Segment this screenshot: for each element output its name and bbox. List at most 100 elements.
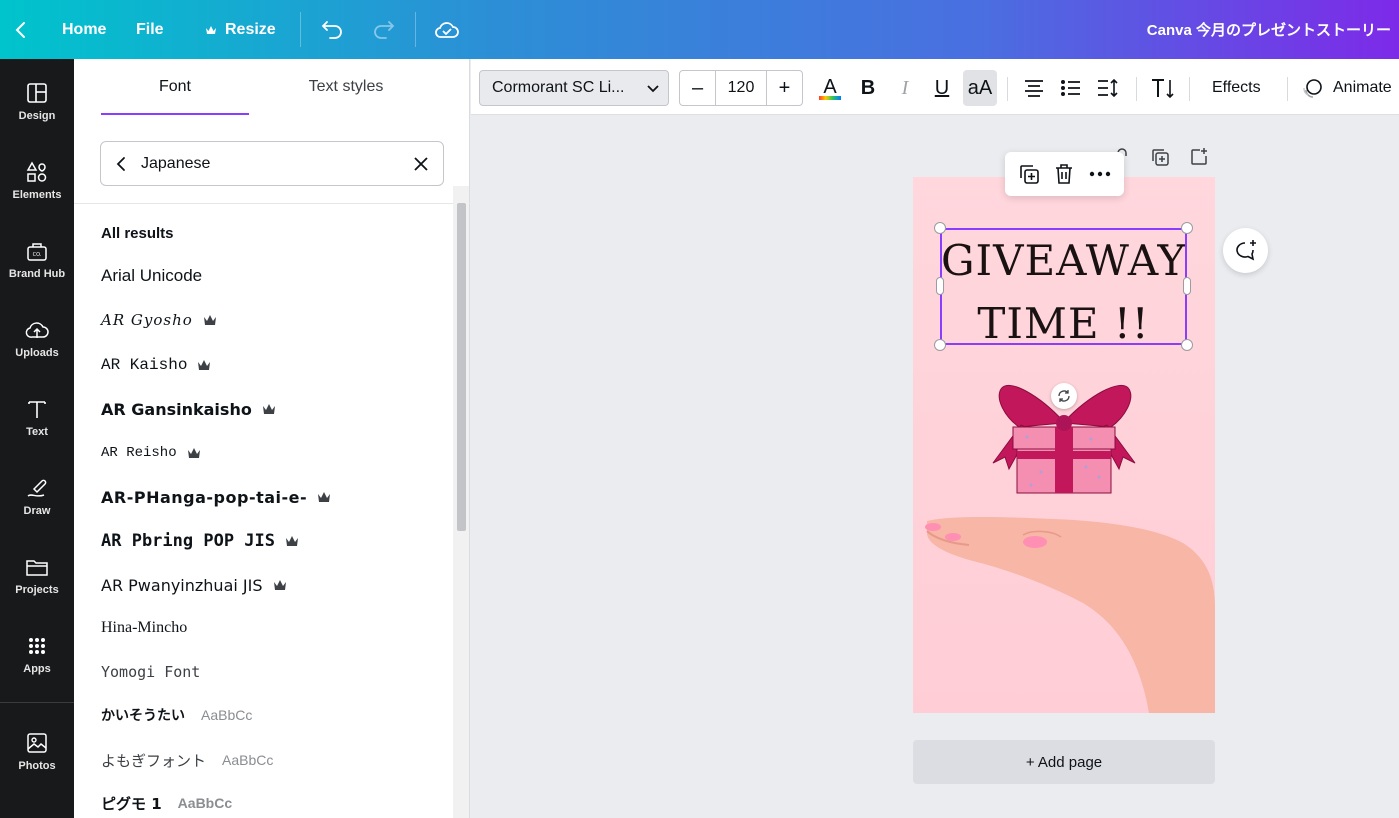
add-comment-button[interactable] — [1223, 228, 1268, 273]
vertical-text-button[interactable] — [1146, 70, 1180, 106]
rail-item-photos[interactable]: Photos — [0, 712, 74, 782]
font-search-input[interactable] — [141, 148, 391, 179]
file-menu-button[interactable]: File — [136, 0, 164, 59]
spacing-button[interactable] — [1091, 70, 1125, 106]
duplicate-icon — [1152, 149, 1169, 166]
comment-add-icon — [1235, 239, 1256, 260]
rail-divider — [0, 702, 74, 703]
animate-label: Animate — [1333, 79, 1392, 96]
save-status-button[interactable] — [433, 15, 461, 43]
undo-button[interactable] — [318, 15, 346, 43]
hand-photo[interactable] — [913, 507, 1215, 713]
font-list-item[interactable]: AR Reisho — [101, 437, 201, 469]
delete-element-button[interactable] — [1050, 160, 1078, 188]
scrollbar-thumb[interactable] — [457, 203, 466, 531]
text-direction-icon — [1152, 79, 1174, 99]
font-list-item[interactable]: かいそうたい AaBbCc — [101, 699, 252, 731]
bold-button[interactable]: B — [851, 70, 885, 106]
add-page-icon-button[interactable] — [1187, 145, 1211, 169]
font-list-item[interactable]: ピグモ 1 AaBbCc — [101, 787, 232, 818]
panel-divider — [74, 203, 470, 204]
letter-case-button[interactable]: aA — [963, 70, 997, 106]
toolbar-divider — [1136, 77, 1137, 101]
text-color-icon: A — [819, 76, 841, 100]
crown-icon — [187, 448, 200, 458]
font-name: AR Pwanyinzhuai JIS — [101, 575, 263, 595]
font-list-item[interactable]: AR Pbring POP JIS — [101, 525, 299, 557]
resize-handle-bottom-right[interactable] — [1181, 339, 1193, 351]
underline-button[interactable]: U — [925, 70, 959, 106]
duplicate-element-button[interactable] — [1015, 160, 1043, 188]
resize-handle-bottom-left[interactable] — [934, 339, 946, 351]
draw-icon — [27, 479, 47, 497]
font-family-dropdown[interactable]: Cormorant SC Li... — [479, 70, 669, 106]
font-name: Hina-Mincho — [101, 619, 188, 636]
rail-item-brand-hub[interactable]: CO. Brand Hub — [0, 220, 74, 290]
decrease-font-size-button[interactable]: – — [680, 71, 715, 105]
more-horizontal-icon — [1089, 171, 1111, 177]
tab-text-styles[interactable]: Text styles — [272, 59, 420, 115]
font-list-item[interactable]: AR Pwanyinzhuai JIS — [101, 569, 287, 601]
rail-item-projects[interactable]: Projects — [0, 536, 74, 606]
rail-item-text[interactable]: Text — [0, 378, 74, 448]
toolbar-divider — [1287, 77, 1288, 101]
effects-button[interactable]: Effects — [1212, 70, 1261, 106]
text-color-button[interactable]: A — [813, 70, 847, 106]
rail-item-uploads[interactable]: Uploads — [0, 299, 74, 369]
clear-search-button[interactable] — [409, 152, 433, 176]
svg-text:A: A — [823, 76, 837, 98]
font-list-item[interactable]: よもぎフォント AaBbCc — [101, 744, 273, 776]
toolbar-divider — [1189, 77, 1190, 101]
rail-item-elements[interactable]: Elements — [0, 141, 74, 211]
font-list-item[interactable]: Arial Unicode — [101, 260, 202, 292]
uploads-icon — [25, 322, 49, 338]
chevron-left-icon — [15, 21, 25, 38]
resize-handle-right[interactable] — [1183, 277, 1191, 295]
rail-label: Text — [26, 426, 48, 438]
font-list-item[interactable]: AR Gansinkaisho — [101, 393, 276, 425]
font-list-scrollbar[interactable] — [453, 186, 469, 818]
more-options-button[interactable] — [1086, 160, 1114, 188]
list-button[interactable] — [1054, 70, 1088, 106]
font-size-input[interactable]: 120 — [715, 71, 767, 105]
resize-button[interactable]: Resize — [205, 0, 276, 59]
duplicate-page-button[interactable] — [1148, 145, 1172, 169]
font-name: AR Gansinkaisho — [101, 399, 252, 419]
element-context-menu — [1005, 152, 1124, 196]
line-spacing-icon — [1098, 78, 1118, 98]
trash-icon — [1056, 164, 1073, 184]
font-list-item[interactable]: Yomogi Font — [101, 656, 200, 688]
align-button[interactable] — [1017, 70, 1051, 106]
top-bar: Home File Resize Canva 今月のプレゼントストーリー — [0, 0, 1399, 59]
resize-handle-top-right[interactable] — [1181, 222, 1193, 234]
design-title[interactable]: Canva 今月のプレゼントストーリー — [1147, 0, 1391, 59]
crown-icon — [206, 25, 216, 34]
search-back-button[interactable] — [101, 142, 141, 185]
redo-button[interactable] — [370, 15, 398, 43]
rail-item-draw[interactable]: Draw — [0, 457, 74, 527]
font-list-item[interactable]: AR Gyosho — [101, 304, 217, 336]
tab-font[interactable]: Font — [101, 59, 249, 115]
rail-item-apps[interactable]: Apps — [0, 615, 74, 685]
left-rail: Design Elements CO. Brand Hub Uploads Te… — [0, 59, 74, 818]
resize-handle-left[interactable] — [936, 277, 944, 295]
italic-button[interactable]: I — [888, 70, 922, 106]
font-list-item[interactable]: AR-PHanga-pop-tai-e- — [101, 481, 331, 513]
font-name: AR Pbring POP JIS — [101, 531, 275, 551]
increase-font-size-button[interactable]: + — [767, 71, 802, 105]
font-panel: Font Text styles All results Arial Unico… — [74, 59, 470, 818]
resize-handle-top-left[interactable] — [934, 222, 946, 234]
apps-icon — [29, 638, 45, 654]
selection-box[interactable] — [940, 228, 1187, 345]
font-sample: AaBbCc — [201, 707, 253, 723]
rail-label: Design — [18, 110, 56, 122]
font-name: AR Reisho — [101, 445, 177, 461]
rail-item-design[interactable]: Design — [0, 62, 74, 132]
home-button[interactable]: Home — [14, 0, 106, 59]
add-page-button[interactable]: + Add page — [913, 740, 1215, 784]
animate-button[interactable]: Animate — [1301, 70, 1392, 106]
rotate-handle[interactable] — [1051, 383, 1077, 409]
font-list-item[interactable]: Hina-Mincho — [101, 612, 187, 644]
font-list-item[interactable]: AR Kaisho — [101, 349, 211, 381]
font-name: かいそうたい — [101, 708, 185, 724]
